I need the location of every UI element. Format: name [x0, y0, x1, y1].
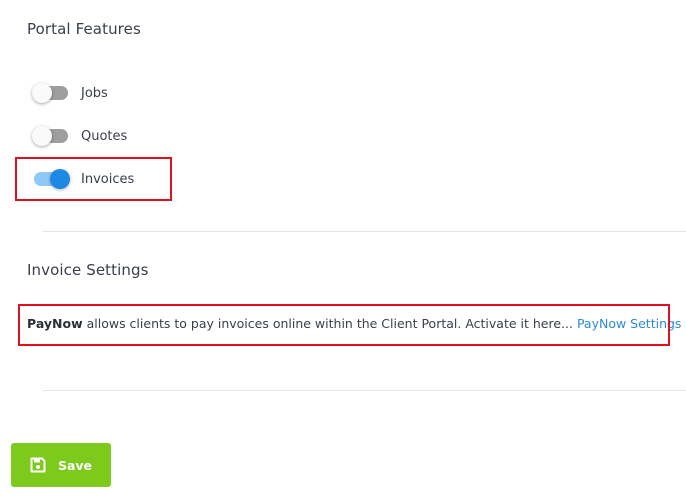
toggle-knob: [32, 83, 52, 103]
jobs-toggle[interactable]: [32, 83, 70, 103]
floppy-disk-icon: [30, 457, 46, 473]
toggle-knob: [32, 126, 52, 146]
quotes-toggle[interactable]: [32, 126, 70, 146]
section-divider: [43, 390, 686, 391]
toggle-row-jobs: Jobs: [32, 81, 108, 105]
section-divider: [43, 231, 686, 232]
client-portal-settings: Portal Features Jobs Quotes Invoices Inv…: [0, 0, 686, 497]
quotes-toggle-label: Quotes: [81, 128, 128, 144]
portal-features-heading: Portal Features: [27, 20, 141, 38]
invoices-highlight-box: [15, 157, 172, 201]
save-button-label: Save: [57, 457, 93, 473]
toggle-row-quotes: Quotes: [32, 124, 127, 148]
save-button[interactable]: Save: [11, 443, 111, 487]
invoice-settings-heading: Invoice Settings: [27, 261, 149, 279]
paynow-highlight-box: [18, 304, 670, 346]
jobs-toggle-label: Jobs: [81, 85, 108, 101]
